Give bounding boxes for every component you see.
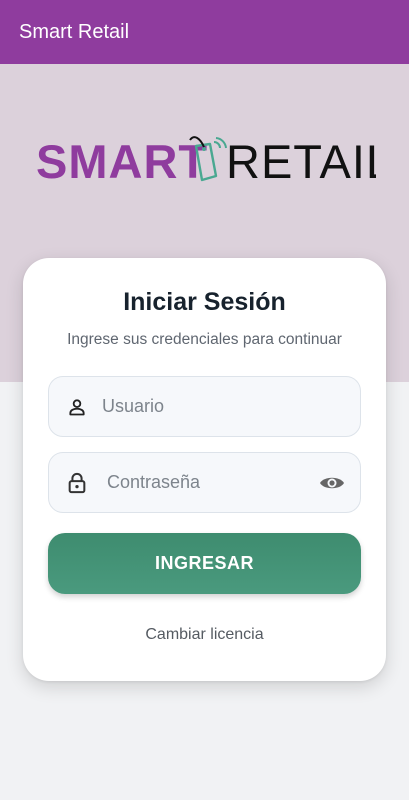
person-icon [66,396,88,418]
login-subtitle: Ingrese sus credenciales para continuar [67,331,342,348]
app-bar: Smart Retail [0,0,409,64]
logo-smart-text: SMART [36,135,208,188]
password-input[interactable] [107,453,307,512]
username-input[interactable] [102,377,342,436]
login-title: Iniciar Sesión [123,288,286,316]
eye-icon[interactable] [318,472,346,494]
lock-icon [66,472,88,494]
logo-retail-text: RETAIL [226,135,376,188]
login-card: Iniciar Sesión Ingrese sus credenciales … [23,258,386,681]
password-field[interactable] [48,452,361,513]
smart-retail-logo: SMART RETAIL [36,135,376,188]
change-license-link[interactable]: Cambiar licencia [23,626,386,644]
login-button[interactable]: INGRESAR [48,533,361,594]
username-field[interactable] [48,376,361,437]
app-title: Smart Retail [19,20,130,43]
